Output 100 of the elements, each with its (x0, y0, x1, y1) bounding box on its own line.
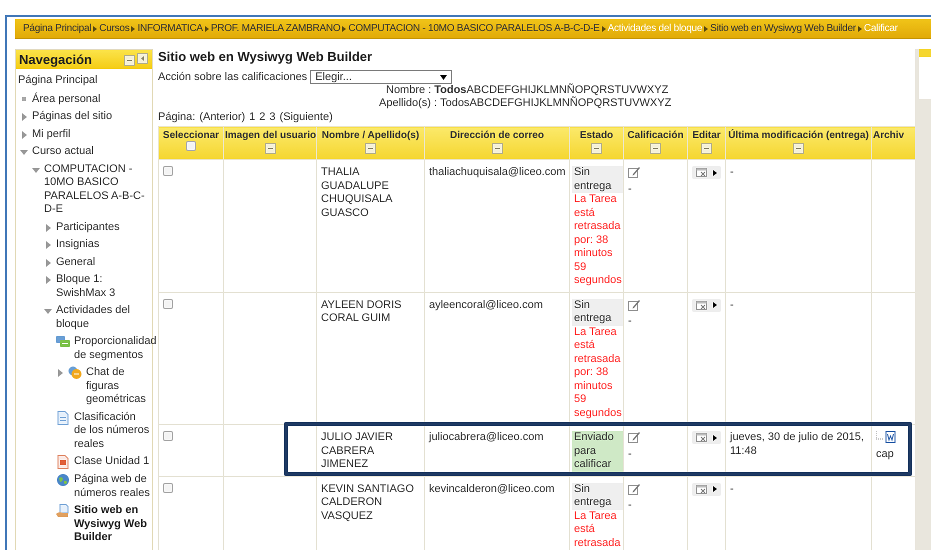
page-link[interactable]: 3 (269, 111, 276, 123)
breadcrumb-link[interactable]: Sitio web en Wysiwyg Web Builder (710, 23, 856, 34)
initial-link[interactable]: W (640, 96, 650, 109)
initial-link[interactable]: Todos (434, 84, 466, 96)
initial-link[interactable]: V (629, 84, 637, 96)
breadcrumb-link[interactable]: PROF. MARIELA ZAMBRANO (210, 23, 340, 34)
nav-link[interactable]: Área personal (32, 92, 100, 106)
select-all-checkbox[interactable] (186, 141, 196, 151)
nav-link[interactable]: General (56, 256, 96, 269)
initial-link[interactable]: U (621, 84, 630, 96)
initial-link[interactable]: Z (664, 96, 672, 109)
collapse-icon[interactable] (591, 143, 602, 154)
collapsed-arrow-icon[interactable] (44, 276, 52, 284)
initial-link[interactable]: E (500, 96, 508, 109)
grading-action-dropdown[interactable]: Elegir... (310, 70, 452, 84)
nav-link[interactable]: Clasificación de los números reales (74, 410, 150, 451)
initial-link[interactable]: H (520, 84, 528, 96)
edit-menu-button[interactable] (692, 431, 721, 444)
initial-link[interactable]: P (583, 84, 591, 96)
expanded-arrow-icon[interactable] (44, 307, 52, 315)
nav-link[interactable]: COMPUTACION - 10MO BASICO PARALELOS A-B-C-D-E (44, 162, 150, 216)
initial-link[interactable]: F (504, 84, 512, 96)
initial-link[interactable]: B (474, 84, 482, 96)
edit-menu-button[interactable] (692, 166, 721, 179)
nav-link[interactable]: Sitio web en Wysiwyg Web Builder (74, 504, 150, 544)
breadcrumb-link[interactable]: Página Principal (23, 23, 92, 34)
expanded-arrow-icon[interactable] (20, 148, 28, 156)
row-checkbox[interactable] (163, 482, 173, 492)
initial-link[interactable]: N (562, 96, 570, 109)
edit-menu-button[interactable] (692, 482, 721, 496)
initial-link[interactable]: L (544, 84, 550, 96)
initial-link[interactable]: K (536, 84, 544, 96)
initial-link[interactable]: E (497, 84, 504, 96)
edit-menu-button[interactable] (692, 298, 721, 312)
nav-link[interactable]: Insignias (56, 238, 100, 252)
initial-link[interactable]: R (602, 96, 610, 109)
initial-link[interactable]: R (599, 84, 608, 96)
initial-link[interactable]: Todos (440, 96, 470, 109)
collapse-icon[interactable] (365, 143, 376, 154)
nav-link[interactable]: Bloque 1: SwishMax 3 (56, 273, 150, 300)
initial-link[interactable]: A (469, 96, 477, 109)
edit-grade-icon[interactable] (628, 431, 640, 443)
initial-link[interactable]: K (539, 96, 547, 109)
initial-link[interactable]: C (481, 84, 490, 96)
collapse-icon[interactable] (701, 143, 712, 154)
word-document-icon[interactable] (876, 431, 896, 443)
initial-link[interactable]: M (552, 96, 562, 109)
collapsed-arrow-icon[interactable] (20, 130, 28, 138)
edit-grade-icon[interactable] (628, 298, 640, 310)
initial-link[interactable]: F (507, 96, 514, 109)
initial-link[interactable]: S (607, 84, 614, 96)
page-link[interactable]: 2 (259, 111, 266, 123)
nav-link[interactable]: Páginas del sitio (32, 110, 112, 124)
initial-link[interactable]: G (514, 96, 523, 109)
initial-link[interactable]: L (546, 96, 553, 109)
initial-link[interactable]: Y (657, 96, 665, 109)
nav-link[interactable]: Página web de números reales (74, 473, 150, 500)
initial-link[interactable]: M (550, 84, 559, 96)
nav-link[interactable]: Participantes (56, 220, 120, 234)
initial-link[interactable]: T (614, 84, 622, 96)
previous-link[interactable]: (Anterior) (199, 111, 246, 123)
collapsed-arrow-icon[interactable] (56, 369, 64, 377)
breadcrumb-link[interactable]: COMPUTACION - 10MO BASICO PARALELOS A-B-C-D-E (348, 23, 600, 34)
collapse-icon[interactable] (793, 143, 804, 154)
nav-link[interactable]: Página Principal (18, 74, 150, 88)
initial-link[interactable]: Q (590, 84, 600, 96)
initial-link[interactable]: T (618, 96, 624, 109)
initial-link[interactable]: D (492, 96, 500, 109)
edit-grade-icon[interactable] (628, 166, 640, 178)
initial-link[interactable]: I (528, 84, 531, 96)
initial-link[interactable]: X (650, 96, 658, 109)
nav-link[interactable]: Clase Unidad 1 (74, 455, 150, 468)
dock-icon[interactable] (137, 53, 148, 64)
initial-link[interactable]: J (534, 96, 540, 109)
initial-link[interactable]: X (646, 84, 654, 96)
collapse-icon[interactable] (650, 143, 661, 154)
next-link[interactable]: (Siguiente) (280, 111, 333, 123)
initial-link[interactable]: V (632, 96, 640, 109)
initial-link[interactable]: Ñ (566, 84, 575, 96)
initial-link[interactable]: D (489, 84, 498, 96)
collapse-icon[interactable] (124, 55, 135, 66)
edit-grade-icon[interactable] (628, 482, 640, 494)
row-checkbox[interactable] (163, 166, 173, 176)
initial-link[interactable]: W (636, 84, 647, 96)
collapse-icon[interactable] (492, 143, 502, 154)
nav-link[interactable]: Proporcionalidad de segmentos (74, 335, 157, 362)
nav-link[interactable]: Mi perfil (32, 128, 71, 141)
breadcrumb-link[interactable]: Cursos (99, 23, 130, 34)
collapsed-arrow-icon[interactable] (20, 113, 28, 121)
initial-link[interactable]: N (558, 84, 567, 96)
initial-link[interactable]: P (586, 96, 594, 109)
row-checkbox[interactable] (163, 298, 173, 308)
expanded-arrow-icon[interactable] (32, 166, 40, 174)
initial-link[interactable]: S (610, 96, 618, 109)
page-link[interactable]: 1 (249, 111, 256, 123)
row-checkbox[interactable] (163, 431, 173, 441)
collapsed-arrow-icon[interactable] (44, 224, 52, 232)
nav-link[interactable]: Curso actual (32, 145, 94, 158)
initial-link[interactable]: A (466, 84, 474, 96)
initial-link[interactable]: Y (654, 84, 662, 96)
